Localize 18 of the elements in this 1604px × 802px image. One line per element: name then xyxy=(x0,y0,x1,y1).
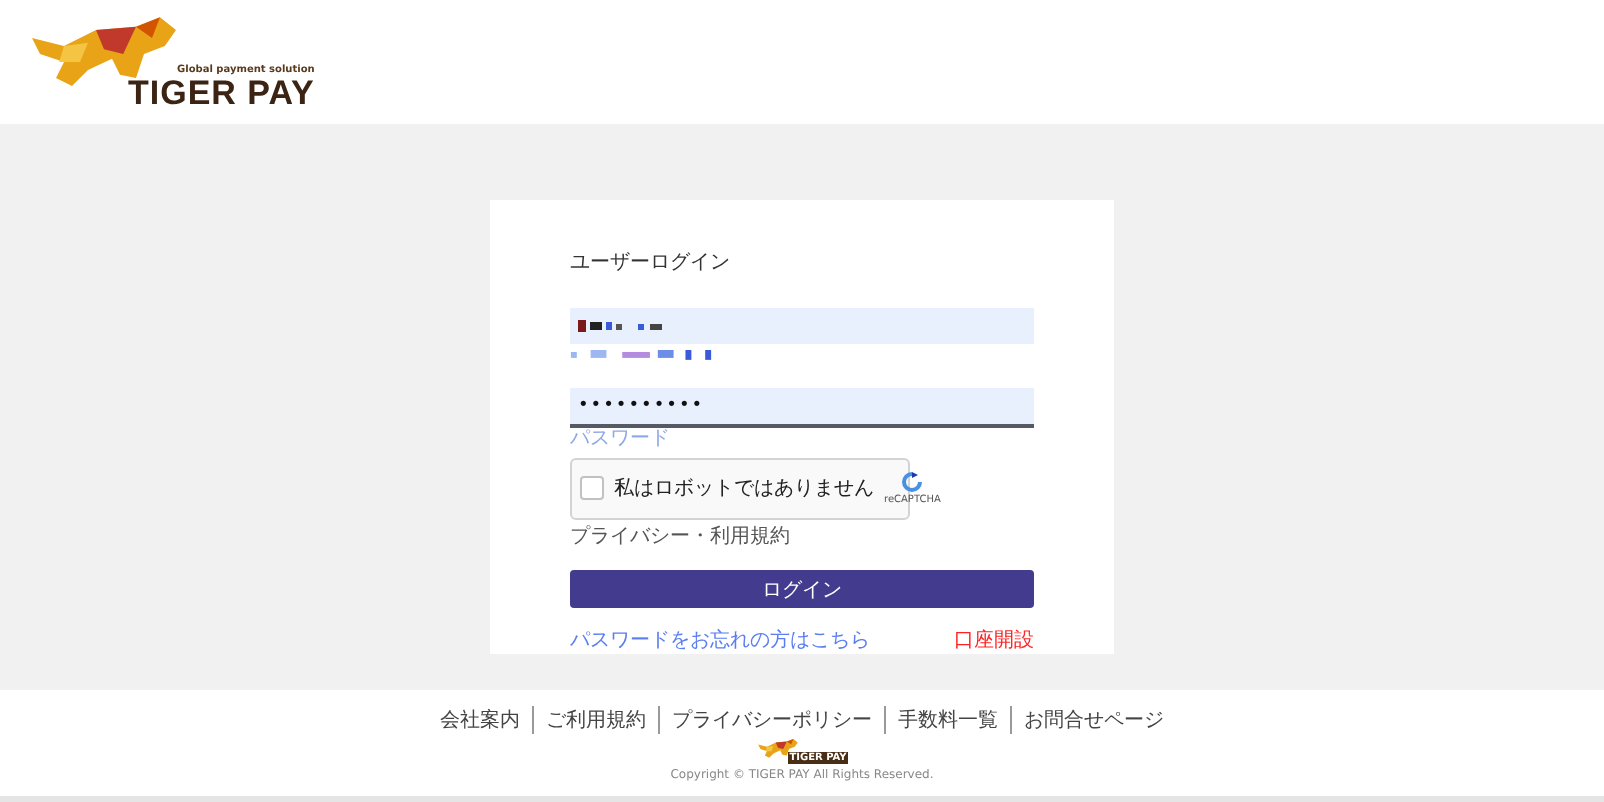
footer-link[interactable]: 会社案内 xyxy=(428,706,532,734)
redacted-drawing xyxy=(570,349,714,360)
captcha-label: 私はロボットではありません xyxy=(614,476,874,503)
forgot-password-link[interactable]: パスワードをお忘れの方はこちら xyxy=(570,626,870,654)
username-field[interactable] xyxy=(570,308,1034,344)
login-title: ユーザーログイン xyxy=(570,250,732,276)
footer-link[interactable]: お問合せページ xyxy=(1010,706,1176,734)
captcha-logo-icon xyxy=(900,470,925,495)
captcha-checkbox[interactable] xyxy=(580,476,604,501)
logo-wordmark: TIGER PAY xyxy=(128,76,315,110)
open-account-link[interactable]: 口座開設 xyxy=(954,626,1034,654)
footer-link[interactable]: 手数料一覧 xyxy=(884,706,1010,734)
password-field[interactable]: •••••••••• xyxy=(570,387,1034,428)
password-label: パスワード xyxy=(570,429,672,450)
login-button[interactable]: ログイン xyxy=(570,570,1034,608)
footer-link[interactable]: ご利用規約 xyxy=(532,706,658,734)
captcha-terms: プライバシー・利用規約 xyxy=(570,523,792,551)
footer-link[interactable]: プライバシーポリシー xyxy=(658,706,884,734)
